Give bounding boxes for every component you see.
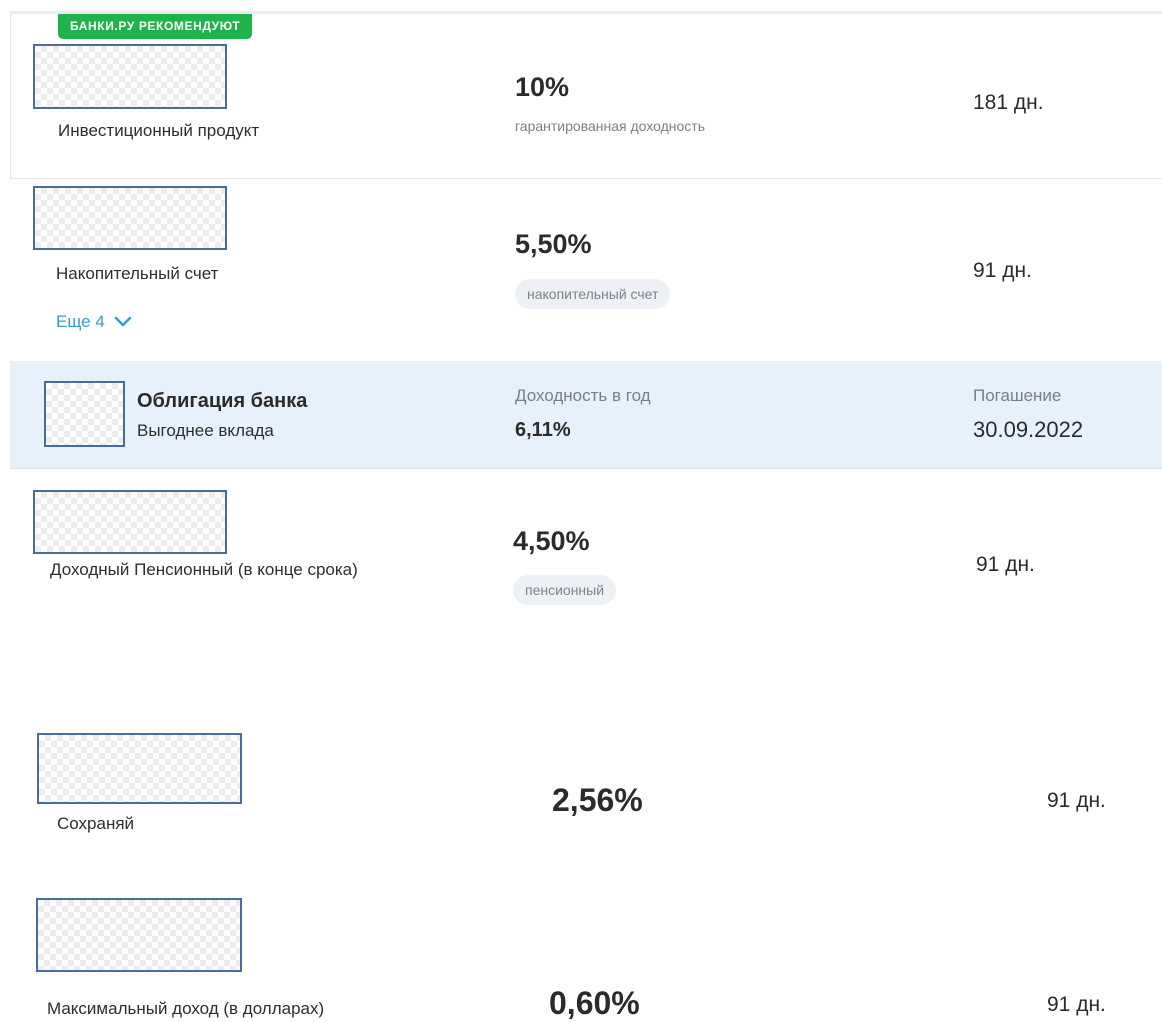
bank-logo[interactable] bbox=[33, 186, 227, 250]
yield-label: Доходность в год bbox=[515, 386, 651, 405]
product-name[interactable]: Максимальный доход (в долларах) bbox=[47, 999, 324, 1019]
bank-logo[interactable] bbox=[36, 898, 242, 972]
promo-subtitle: Выгоднее вклада bbox=[137, 421, 274, 440]
product-name[interactable]: Доходный Пенсионный (в конце срока) bbox=[50, 560, 358, 580]
product-term: 91 дн. bbox=[976, 553, 1035, 576]
show-more-label: Еще 4 bbox=[56, 312, 105, 331]
product-rate: 2,56% bbox=[552, 782, 643, 818]
rate-caption: гарантированная доходность bbox=[515, 118, 705, 134]
product-rate: 4,50% bbox=[513, 526, 590, 556]
bank-logo[interactable] bbox=[37, 733, 242, 804]
product-rate: 10% bbox=[515, 72, 570, 102]
chevron-down-icon bbox=[114, 316, 132, 327]
promo-banner[interactable]: Облигация банка Выгоднее вклада Доходнос… bbox=[10, 361, 1162, 469]
product-term: 181 дн. bbox=[973, 91, 1044, 114]
product-name[interactable]: Накопительный счет bbox=[56, 264, 218, 284]
product-name[interactable]: Инвестиционный продукт bbox=[58, 121, 259, 141]
bank-logo[interactable] bbox=[33, 490, 227, 554]
show-more-link[interactable]: Еще 4 bbox=[56, 312, 132, 332]
row-divider bbox=[10, 178, 1162, 179]
card-border bbox=[10, 12, 11, 178]
product-rate: 5,50% bbox=[515, 229, 592, 259]
product-type-tag: пенсионный bbox=[513, 575, 617, 605]
product-name[interactable]: Сохраняй bbox=[57, 814, 134, 834]
product-term: 91 дн. bbox=[1047, 993, 1106, 1016]
product-type-tag: накопительный счет bbox=[515, 279, 671, 309]
maturity-date: 30.09.2022 bbox=[973, 417, 1084, 442]
promo-title: Облигация банка bbox=[137, 390, 308, 412]
product-term: 91 дн. bbox=[973, 259, 1032, 282]
bank-logo[interactable] bbox=[33, 44, 227, 109]
maturity-label: Погашение bbox=[973, 386, 1062, 405]
recommended-badge: БАНКИ.РУ РЕКОМЕНДУЮТ bbox=[58, 14, 253, 39]
bank-logo bbox=[44, 381, 125, 447]
yield-value: 6,11% bbox=[515, 419, 571, 441]
product-rate: 0,60% bbox=[549, 985, 640, 1021]
product-term: 91 дн. bbox=[1047, 789, 1106, 812]
